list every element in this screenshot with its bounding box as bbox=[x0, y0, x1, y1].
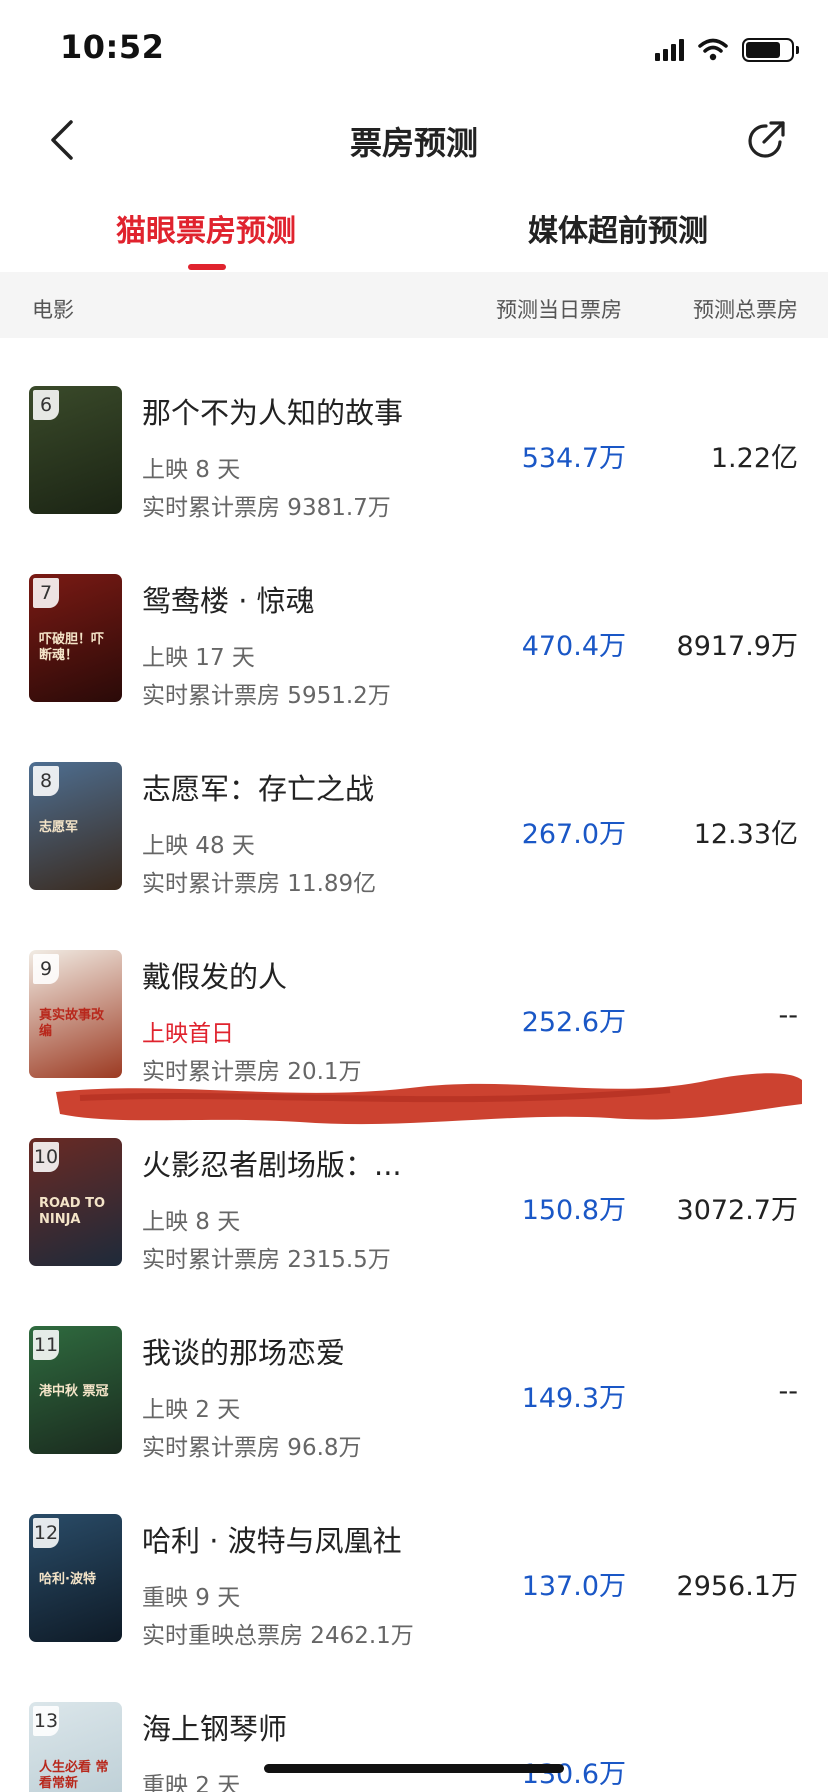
predicted-total-box-office: -- bbox=[778, 1000, 799, 1031]
column-header-movie: 电影 bbox=[32, 298, 74, 322]
wifi-icon bbox=[698, 38, 728, 61]
predicted-total-box-office: 1.22亿 bbox=[710, 443, 798, 474]
poster-caption: 志愿军 bbox=[39, 820, 79, 835]
movie-poster: 7 吓破胆！吓断魂！ bbox=[29, 574, 122, 702]
movie-title: 火影忍者剧场版：... bbox=[142, 1148, 402, 1182]
movie-row[interactable]: 7 吓破胆！吓断魂！ 鸳鸯楼 · 惊魂上映 17 天实时累计票房 5951.2万 47… bbox=[0, 526, 828, 714]
tab-bar: 猫眼票房预测 媒体超前预测 bbox=[0, 188, 828, 272]
predicted-total-box-office: -- bbox=[778, 1376, 799, 1407]
predicted-total-box-office: 2956.1万 bbox=[676, 1571, 798, 1602]
poster-caption: 港中秋 票冠 bbox=[39, 1384, 109, 1399]
predicted-daily-box-office: 534.7万 bbox=[521, 443, 626, 474]
cumulative-box-office: 实时累计票房 9381.7万 bbox=[142, 495, 391, 521]
rank-badge: 8 bbox=[33, 766, 59, 796]
column-header-total[interactable]: 预测总票房 bbox=[693, 294, 798, 324]
movie-row[interactable]: 12 哈利·波特 哈利 · 波特与凤凰社重映 9 天实时重映总票房 2462.1万 1… bbox=[0, 1466, 828, 1654]
page-title: 票房预测 bbox=[349, 124, 478, 162]
cumulative-box-office: 实时重映总票房 2462.1万 bbox=[142, 1623, 414, 1649]
movie-poster: 8 志愿军 bbox=[29, 762, 122, 890]
cumulative-box-office: 实时累计票房 5951.2万 bbox=[142, 683, 391, 709]
movie-row[interactable]: 8 志愿军 志愿军：存亡之战上映 48 天实时累计票房 11.89亿 267.0万 12… bbox=[0, 714, 828, 902]
movie-row[interactable]: 9 真实故事改编 戴假发的人上映首日实时累计票房 20.1万 252.6万 -- bbox=[0, 902, 828, 1090]
rank-badge: 9 bbox=[33, 954, 59, 984]
movie-poster: 11 港中秋 票冠 bbox=[29, 1326, 122, 1454]
predicted-total-box-office: 3072.7万 bbox=[676, 1195, 798, 1226]
release-days: 上映 8 天 bbox=[142, 1209, 241, 1235]
movie-title: 戴假发的人 bbox=[142, 960, 288, 994]
share-button[interactable] bbox=[738, 112, 794, 168]
status-bar: 10:52 bbox=[0, 0, 828, 96]
predicted-total-box-office: 8917.9万 bbox=[676, 631, 798, 662]
release-days: 上映 17 天 bbox=[142, 645, 255, 671]
tab-maoyan-prediction[interactable]: 猫眼票房预测 bbox=[116, 206, 296, 250]
movie-poster: 10 ROAD TO NINJA bbox=[29, 1138, 122, 1266]
poster-caption: ROAD TO NINJA bbox=[39, 1196, 106, 1227]
movie-row[interactable]: 6 那个不为人知的故事上映 8 天实时累计票房 9381.7万 534.7万 1.22… bbox=[0, 338, 828, 526]
movie-title: 哈利 · 波特与凤凰社 bbox=[142, 1524, 402, 1558]
release-days: 重映 2 天 bbox=[142, 1773, 241, 1792]
rank-badge: 10 bbox=[33, 1142, 59, 1172]
release-days: 重映 9 天 bbox=[142, 1585, 241, 1611]
movie-row[interactable]: 10 ROAD TO NINJA 火影忍者剧场版：... 上映 8 天实时累计票房 2… bbox=[0, 1090, 828, 1278]
share-icon bbox=[748, 121, 785, 158]
predicted-daily-box-office: 137.0万 bbox=[521, 1571, 626, 1602]
predicted-daily-box-office: 470.4万 bbox=[521, 631, 626, 662]
rank-badge: 13 bbox=[33, 1706, 59, 1736]
rank-badge: 7 bbox=[33, 578, 59, 608]
movie-title: 那个不为人知的故事 bbox=[142, 396, 404, 430]
release-days: 上映 2 天 bbox=[142, 1397, 241, 1423]
movie-row[interactable]: 11 港中秋 票冠 我谈的那场恋爱上映 2 天实时累计票房 96.8万 149.3万 -… bbox=[0, 1278, 828, 1466]
movie-poster: 6 bbox=[29, 386, 122, 514]
cumulative-box-office: 实时累计票房 96.8万 bbox=[142, 1435, 362, 1461]
poster-caption: 吓破胆！吓断魂！ bbox=[39, 632, 105, 663]
predicted-daily-box-office: 150.8万 bbox=[521, 1195, 626, 1226]
cellular-signal-icon bbox=[655, 39, 684, 61]
predicted-total-box-office: 12.33亿 bbox=[693, 819, 798, 850]
release-days: 上映 8 天 bbox=[142, 457, 241, 483]
predicted-daily-box-office: 252.6万 bbox=[521, 1007, 626, 1038]
movie-title: 海上钢琴师 bbox=[142, 1712, 288, 1746]
nav-bar: 票房预测 bbox=[0, 96, 828, 188]
poster-caption: 哈利·波特 bbox=[39, 1572, 96, 1587]
cumulative-box-office: 实时累计票房 11.89亿 bbox=[142, 871, 377, 897]
rank-badge: 6 bbox=[33, 390, 59, 420]
table-header: 电影 预测当日票房 预测总票房 bbox=[0, 272, 828, 338]
battery-icon bbox=[742, 38, 799, 62]
movie-poster: 12 哈利·波特 bbox=[29, 1514, 122, 1642]
status-time: 10:52 bbox=[60, 28, 165, 66]
predicted-daily-box-office: 149.3万 bbox=[521, 1383, 626, 1414]
tab-media-prediction[interactable]: 媒体超前预测 bbox=[528, 206, 708, 250]
cumulative-box-office: 实时累计票房 20.1万 bbox=[142, 1059, 362, 1085]
movie-poster: 13 人生必看 常看常新 bbox=[29, 1702, 122, 1792]
movie-title: 志愿军：存亡之战 bbox=[142, 772, 375, 806]
cumulative-box-office: 实时累计票房 2315.5万 bbox=[142, 1247, 391, 1273]
column-header-daily[interactable]: 预测当日票房 bbox=[496, 294, 622, 324]
release-days: 上映首日 bbox=[142, 1021, 234, 1047]
release-days: 上映 48 天 bbox=[142, 833, 255, 859]
poster-caption: 真实故事改编 bbox=[39, 1008, 105, 1039]
active-tab-indicator bbox=[188, 264, 226, 270]
rank-badge: 11 bbox=[33, 1330, 59, 1360]
rank-badge: 12 bbox=[33, 1518, 59, 1548]
predicted-daily-box-office: 267.0万 bbox=[521, 819, 626, 850]
home-indicator bbox=[264, 1764, 564, 1773]
movie-title: 我谈的那场恋爱 bbox=[142, 1336, 346, 1370]
poster-caption: 人生必看 常看常新 bbox=[39, 1760, 109, 1791]
status-icons bbox=[655, 36, 799, 64]
movie-title: 鸳鸯楼 · 惊魂 bbox=[142, 584, 315, 618]
movie-poster: 9 真实故事改编 bbox=[29, 950, 122, 1078]
